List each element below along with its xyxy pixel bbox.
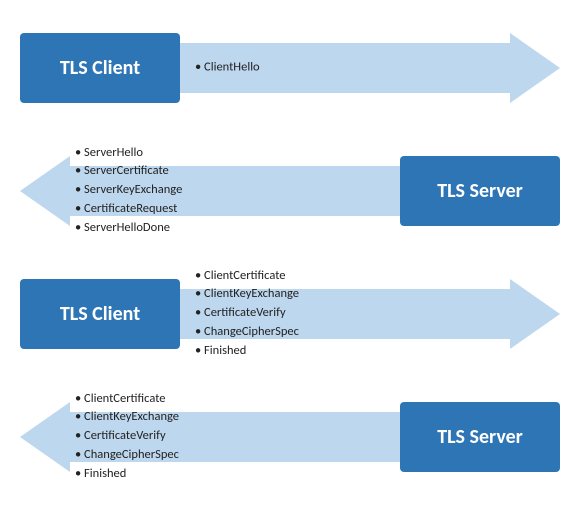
bullet-item: • ServerKeyExchange [75,181,182,200]
tls-handshake-diagram: TLS Client • ClientHello TLS Server • Se… [0,0,580,531]
bullet-item: • CertificateVerify [195,304,299,323]
bullets-4: • ClientCertificate • ClientKeyExchange … [75,390,179,484]
tls-server-label-2: TLS Server [400,156,560,226]
arrow-left-4: TLS Server • ClientCertificate • ClientK… [20,397,560,477]
bullet-item: • ClientCertificate [195,267,299,286]
bullet-item: • ClientCertificate [75,390,179,409]
row-4: TLS Server • ClientCertificate • ClientK… [20,379,560,494]
bullet-item: • ChangeCipherSpec [75,446,179,465]
bullet-item: • ClientKeyExchange [195,285,299,304]
row-3: TLS Client • ClientCertificate • ClientK… [20,256,560,371]
tls-client-label-3: TLS Client [20,279,180,349]
bullet-item: • ServerHello [75,144,182,163]
bullet-item: • ServerCertificate [75,162,182,181]
bullets-3: • ClientCertificate • ClientKeyExchange … [195,267,299,361]
bullet-item: • CertificateVerify [75,427,179,446]
row-1: TLS Client • ClientHello [20,10,560,125]
bullets-2: • ServerHello • ServerCertificate • Serv… [75,144,182,238]
row-2: TLS Server • ServerHello • ServerCertifi… [20,133,560,248]
bullet-item: • Finished [195,342,299,361]
bullet-item: • ChangeCipherSpec [195,323,299,342]
tls-server-label-4: TLS Server [400,402,560,472]
bullet-item: • CertificateRequest [75,200,182,219]
bullet-item: • ServerHelloDone [75,219,182,238]
bullet-item: • ClientHello [195,58,260,77]
arrow-right-3: TLS Client • ClientCertificate • ClientK… [20,274,560,354]
arrow-right-1: TLS Client • ClientHello [20,28,560,108]
arrow-left-2: TLS Server • ServerHello • ServerCertifi… [20,151,560,231]
tls-client-label-1: TLS Client [20,33,180,103]
bullets-1: • ClientHello [195,58,260,77]
bullet-item: • Finished [75,465,179,484]
bullet-item: • ClientKeyExchange [75,408,179,427]
